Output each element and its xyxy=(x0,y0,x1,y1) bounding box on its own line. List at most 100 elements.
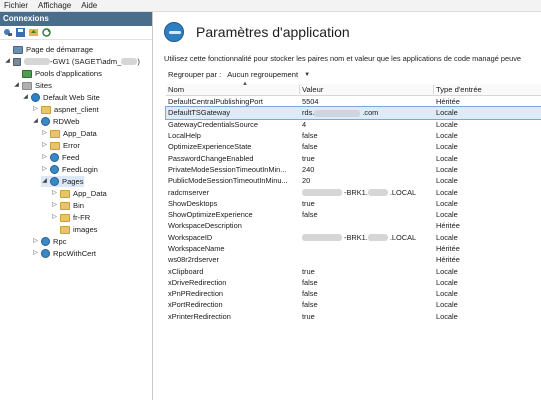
table-row-selected[interactable]: DefaultTSGateway rds. .com Locale xyxy=(165,106,541,120)
table-row[interactable]: WorkspaceDescription Héritée xyxy=(166,220,541,231)
table-row[interactable]: PasswordChangeEnabled true Locale xyxy=(166,152,541,163)
expand-icon[interactable]: ▷ xyxy=(51,214,58,221)
cell-value: false xyxy=(302,289,318,299)
group-by-dropdown[interactable]: Aucun regroupement xyxy=(227,70,298,79)
cell-value: 240 xyxy=(302,164,315,174)
redacted-value xyxy=(314,109,361,117)
table-row[interactable]: xPnPRedirection false Locale xyxy=(166,288,541,299)
tree-item-pages-fr-fr[interactable]: ▷ fr-FR xyxy=(51,212,90,223)
expand-icon[interactable]: ▷ xyxy=(41,166,48,173)
tree-item-server[interactable]: ◢ -GW1 (SAGET\adm_ ) xyxy=(4,56,140,67)
connect-icon[interactable] xyxy=(3,28,12,37)
tree-item-feedlogin[interactable]: ▷ FeedLogin xyxy=(41,164,98,175)
table-row[interactable]: LocalHelp false Locale xyxy=(166,130,541,141)
tree-item-label: Rpc xyxy=(53,237,67,246)
tree-item-rdweb[interactable]: ◢ RDWeb xyxy=(32,116,79,127)
column-header-value[interactable]: Valeur xyxy=(300,85,434,94)
collapse-icon[interactable]: ◢ xyxy=(32,118,39,125)
feature-description: Utilisez cette fonctionnalité pour stock… xyxy=(164,54,522,63)
table-header: ▲ Nom Valeur Type d'entrée xyxy=(166,81,541,96)
save-icon[interactable] xyxy=(16,28,25,37)
cell-value: 4 xyxy=(302,119,307,129)
connections-toolbar xyxy=(0,26,152,40)
tree-item-label: RpcWithCert xyxy=(53,249,97,258)
table-row[interactable]: PublicModeSessionTimeoutInMinu... 20 Loc… xyxy=(166,175,541,186)
cell-value: false xyxy=(302,142,318,152)
table-row[interactable]: radcmserver -BRK1. .LOCAL Locale xyxy=(166,186,541,197)
cell-name: WorkspaceDescription xyxy=(168,221,242,231)
tree-item-rpc[interactable]: ▷ Rpc xyxy=(32,236,67,247)
tree-item-pools[interactable]: Pools d'applications xyxy=(13,68,102,79)
tree-item-pages-app-data[interactable]: ▷ App_Data xyxy=(51,188,107,199)
tree-item-feed[interactable]: ▷ Feed xyxy=(41,152,79,163)
table-row[interactable]: xClipboard true Locale xyxy=(166,265,541,276)
tree-item-label: Sites xyxy=(35,81,52,90)
cell-value: true xyxy=(302,311,315,321)
cell-name: PublicModeSessionTimeoutInMinu... xyxy=(168,176,288,186)
table-row[interactable]: WorkspaceID -BRK1. .LOCAL Locale xyxy=(166,232,541,243)
table-row[interactable]: ws08r2rdserver Héritée xyxy=(166,254,541,265)
table-row[interactable]: xDriveRedirection false Locale xyxy=(166,277,541,288)
cell-type: Héritée xyxy=(436,97,460,107)
expand-icon[interactable]: ▷ xyxy=(41,142,48,149)
tree-item-label-close: ) xyxy=(137,57,140,66)
redacted-value xyxy=(367,234,388,242)
table-row[interactable]: PrivateModeSessionTimeoutInMin... 240 Lo… xyxy=(166,164,541,175)
tree-item-default-web-site[interactable]: ◢ Default Web Site xyxy=(22,92,100,103)
collapse-icon[interactable]: ◢ xyxy=(13,82,20,89)
table-row[interactable]: xPortRedirection false Locale xyxy=(166,299,541,310)
tree-item-pages[interactable]: ◢ Pages xyxy=(41,176,84,187)
table-row[interactable]: WorkspaceName Héritée xyxy=(166,243,541,254)
collapse-icon[interactable]: ◢ xyxy=(22,94,29,101)
tree-item-label: App_Data xyxy=(73,189,107,198)
tree-item-sites[interactable]: ◢ Sites xyxy=(13,80,52,91)
tree-item-pages-images[interactable]: images xyxy=(51,224,97,235)
expand-icon[interactable]: ▷ xyxy=(32,250,39,257)
cell-type: Locale xyxy=(436,142,458,152)
expand-icon[interactable]: ▷ xyxy=(32,238,39,245)
redacted-value xyxy=(302,189,342,197)
column-header-name[interactable]: Nom xyxy=(166,85,300,94)
tree-item-error[interactable]: ▷ Error xyxy=(41,140,80,151)
collapse-icon[interactable] xyxy=(4,46,11,53)
table-row[interactable]: GatewayCredentialsSource 4 Locale xyxy=(166,119,541,130)
cell-type: Locale xyxy=(436,210,458,220)
column-header-type[interactable]: Type d'entrée xyxy=(434,85,541,94)
tree-item-pages-bin[interactable]: ▷ Bin xyxy=(51,200,84,211)
expand-icon[interactable]: ▷ xyxy=(32,106,39,113)
expand-icon[interactable]: ▷ xyxy=(41,130,48,137)
cell-type: Locale xyxy=(436,119,458,129)
menu-bar: Fichier Affichage Aide xyxy=(0,0,541,12)
tree-item-label: Pages xyxy=(62,177,84,186)
expand-icon[interactable]: ▷ xyxy=(51,190,58,197)
cell-type: Locale xyxy=(436,266,458,276)
table-row[interactable]: ShowDesktops true Locale xyxy=(166,198,541,209)
cell-value: true xyxy=(302,266,315,276)
cell-name: OptimizeExperienceState xyxy=(168,142,252,152)
expand-icon[interactable]: ▷ xyxy=(51,202,58,209)
chevron-down-icon[interactable]: ▼ xyxy=(304,72,310,78)
table-row[interactable]: xPrinterRedirection true Locale xyxy=(166,311,541,322)
table-row[interactable]: OptimizeExperienceState false Locale xyxy=(166,141,541,152)
refresh-icon[interactable] xyxy=(42,28,51,37)
tree-item-app-data[interactable]: ▷ App_Data xyxy=(41,128,97,139)
folder-icon xyxy=(50,129,60,138)
tree-item-label: Feed xyxy=(62,153,80,162)
table-row[interactable]: ShowOptimizeExperience false Locale xyxy=(166,209,541,220)
application-icon xyxy=(41,249,50,258)
table-row[interactable]: DefaultCentralPublishingPort 5504 Hérité… xyxy=(166,96,541,107)
menu-fichier[interactable]: Fichier xyxy=(4,1,28,10)
tree-item-home[interactable]: Page de démarrage xyxy=(4,44,93,55)
cell-name: radcmserver xyxy=(168,187,210,197)
expand-icon[interactable]: ▷ xyxy=(41,154,48,161)
collapse-icon[interactable]: ◢ xyxy=(4,58,11,65)
folder-icon xyxy=(60,213,70,222)
up-icon[interactable] xyxy=(29,28,38,37)
menu-aide[interactable]: Aide xyxy=(81,1,97,10)
tree-item-aspnet-client[interactable]: ▷ aspnet_client xyxy=(32,104,99,115)
tree-item-label: -GW1 (SAGET\adm_ xyxy=(50,57,122,66)
tree-item-rpcwithcert[interactable]: ▷ RpcWithCert xyxy=(32,248,96,259)
menu-affichage[interactable]: Affichage xyxy=(38,1,71,10)
cell-name: DefaultTSGateway xyxy=(168,108,231,118)
collapse-icon[interactable]: ◢ xyxy=(41,178,48,185)
